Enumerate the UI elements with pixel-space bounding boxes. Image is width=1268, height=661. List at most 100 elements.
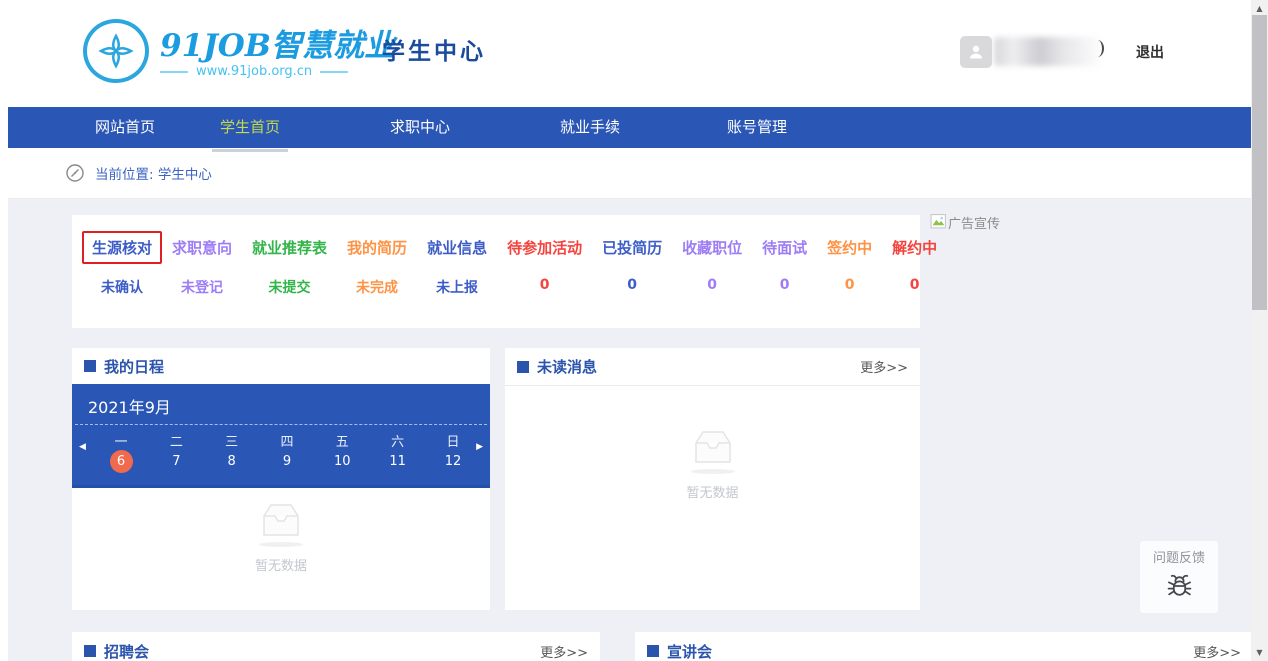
stat-label: 就业推荐表: [242, 231, 337, 264]
calendar-date[interactable]: 9: [274, 450, 300, 473]
messages-panel: 未读消息 更多>> 暂无数据: [505, 348, 920, 610]
stat-label: 求职意向: [162, 231, 242, 264]
nav-item-label: 求职中心: [390, 118, 450, 136]
stat-value: 未提交: [269, 277, 311, 297]
inbox-icon: [256, 501, 306, 541]
app-container: 91JOB智慧就业 www.91job.org.cn 学生中心 退出: [8, 0, 1251, 661]
calendar-date-number: 8: [220, 450, 243, 473]
stat-item[interactable]: 就业信息 未上报: [417, 231, 497, 297]
decorative-line: [160, 71, 188, 73]
section-bullet-icon: [84, 645, 96, 657]
pinwheel-logo-icon: [83, 19, 149, 83]
calendar-weekday: 一: [108, 431, 134, 450]
scrollbar-thumb[interactable]: [1252, 15, 1267, 310]
calendar-date[interactable]: 8: [219, 450, 245, 473]
scroll-down-icon[interactable]: ▼: [1251, 644, 1268, 661]
stat-label: 收藏职位: [672, 231, 752, 264]
nav-item-label: 账号管理: [727, 118, 787, 136]
stat-item[interactable]: 求职意向 未登记: [162, 231, 242, 297]
left-arrow-icon[interactable]: ◀: [79, 442, 86, 452]
messages-title: 未读消息: [537, 356, 597, 377]
vertical-scrollbar[interactable]: ▲ ▼: [1251, 0, 1268, 661]
breadcrumb: 当前位置: 学生中心: [8, 148, 1251, 199]
messages-more-link[interactable]: 更多>>: [860, 357, 908, 376]
calendar-weekday: 五: [329, 431, 355, 450]
stat-label: 生源核对: [82, 231, 162, 264]
calendar-date[interactable]: 7: [163, 450, 189, 473]
job-fair-more-link[interactable]: 更多>>: [540, 642, 588, 661]
stat-value: 0: [540, 277, 550, 293]
calendar-weekday: 日: [440, 431, 466, 450]
stat-item[interactable]: 就业推荐表 未提交: [242, 231, 337, 297]
calendar-weekday: 六: [385, 431, 411, 450]
job-fair-title: 招聘会: [104, 641, 149, 661]
calendar-date[interactable]: 12: [440, 450, 466, 473]
nav-item[interactable]: 就业手续: [558, 107, 622, 148]
calendar-date[interactable]: 11: [385, 450, 411, 473]
nav-item[interactable]: 网站首页: [93, 107, 157, 148]
username-redacted[interactable]: [994, 37, 1104, 66]
site-header: 91JOB智慧就业 www.91job.org.cn 学生中心 退出: [8, 0, 1251, 107]
broken-image-icon: [930, 213, 947, 230]
stats-panel: 生源核对 未确认 求职意向 未登记 就业推荐表 未提交: [72, 215, 920, 328]
ad-broken-image[interactable]: 广告宣传: [930, 213, 1000, 232]
section-bullet-icon: [517, 361, 529, 373]
student-center-page: 91JOB智慧就业 www.91job.org.cn 学生中心 退出: [0, 0, 1268, 661]
stat-item[interactable]: 已投简历 0: [592, 231, 672, 297]
brand-url: www.91job.org.cn: [160, 64, 348, 79]
calendar-weekday: 二: [163, 431, 189, 450]
calendar-weekday-row: 一 二 三 四 五 六 日: [108, 431, 466, 450]
stat-item[interactable]: 生源核对 未确认: [82, 231, 162, 297]
nav-item[interactable]: 学生首页: [218, 107, 282, 148]
stat-value: 未完成: [356, 277, 398, 297]
decorative-line: [320, 71, 348, 73]
breadcrumb-text: 当前位置: 学生中心: [95, 163, 212, 183]
stat-label: 解约中: [882, 231, 947, 264]
nav-item-label: 网站首页: [95, 118, 155, 136]
calendar-weekday: 四: [274, 431, 300, 450]
feedback-label: 问题反馈: [1153, 547, 1205, 566]
stat-value: 0: [780, 277, 790, 293]
inbox-icon: [688, 428, 738, 468]
stat-value: 0: [910, 277, 920, 293]
feedback-widget[interactable]: 问题反馈: [1140, 541, 1218, 613]
calendar-weekday: 三: [219, 431, 245, 450]
brand-url-text: www.91job.org.cn: [196, 64, 312, 79]
stat-value: 未确认: [101, 277, 143, 297]
schedule-panel: 我的日程 2021年9月 ◀ ▶ 一 二 三: [72, 348, 490, 610]
stat-item[interactable]: 待面试 0: [752, 231, 817, 297]
stat-item[interactable]: 待参加活动 0: [497, 231, 592, 297]
nav-item-label: 就业手续: [560, 118, 620, 136]
stat-value: 未登记: [181, 277, 223, 297]
stat-label: 待参加活动: [497, 231, 592, 264]
stat-item[interactable]: 签约中 0: [817, 231, 882, 297]
logout-button[interactable]: 退出: [1136, 42, 1164, 62]
page-title: 学生中心: [382, 32, 486, 66]
calendar: 2021年9月 ◀ ▶ 一 二 三 四: [72, 384, 490, 488]
messages-empty-state: 暂无数据: [505, 428, 920, 501]
stat-label: 签约中: [817, 231, 882, 264]
calendar-divider: [75, 424, 487, 425]
empty-shadow: [259, 542, 303, 547]
stat-value: 未上报: [436, 277, 478, 297]
info-session-header: 宣讲会 更多>>: [635, 632, 1253, 661]
empty-text: 暂无数据: [686, 482, 738, 501]
info-session-more-link[interactable]: 更多>>: [1193, 642, 1241, 661]
stat-value: 0: [707, 277, 717, 293]
job-fair-panel: 招聘会 更多>>: [72, 632, 600, 661]
schedule-title: 我的日程: [104, 356, 164, 377]
nav-item[interactable]: 账号管理: [725, 107, 789, 148]
calendar-date[interactable]: 10: [329, 450, 355, 473]
calendar-date-number: 10: [331, 450, 354, 473]
user-icon[interactable]: [960, 36, 992, 68]
nav-item[interactable]: 求职中心: [388, 107, 452, 148]
stat-item[interactable]: 我的简历 未完成: [337, 231, 417, 297]
calendar-date-row: 6 7 8 9: [108, 450, 466, 473]
compass-icon: [65, 163, 85, 183]
stat-item[interactable]: 收藏职位 0: [672, 231, 752, 297]
messages-header: 未读消息 更多>>: [505, 348, 920, 386]
calendar-date[interactable]: 6: [108, 450, 134, 473]
right-arrow-icon[interactable]: ▶: [476, 442, 483, 452]
stat-label: 就业信息: [417, 231, 497, 264]
stat-item[interactable]: 解约中 0: [882, 231, 947, 297]
